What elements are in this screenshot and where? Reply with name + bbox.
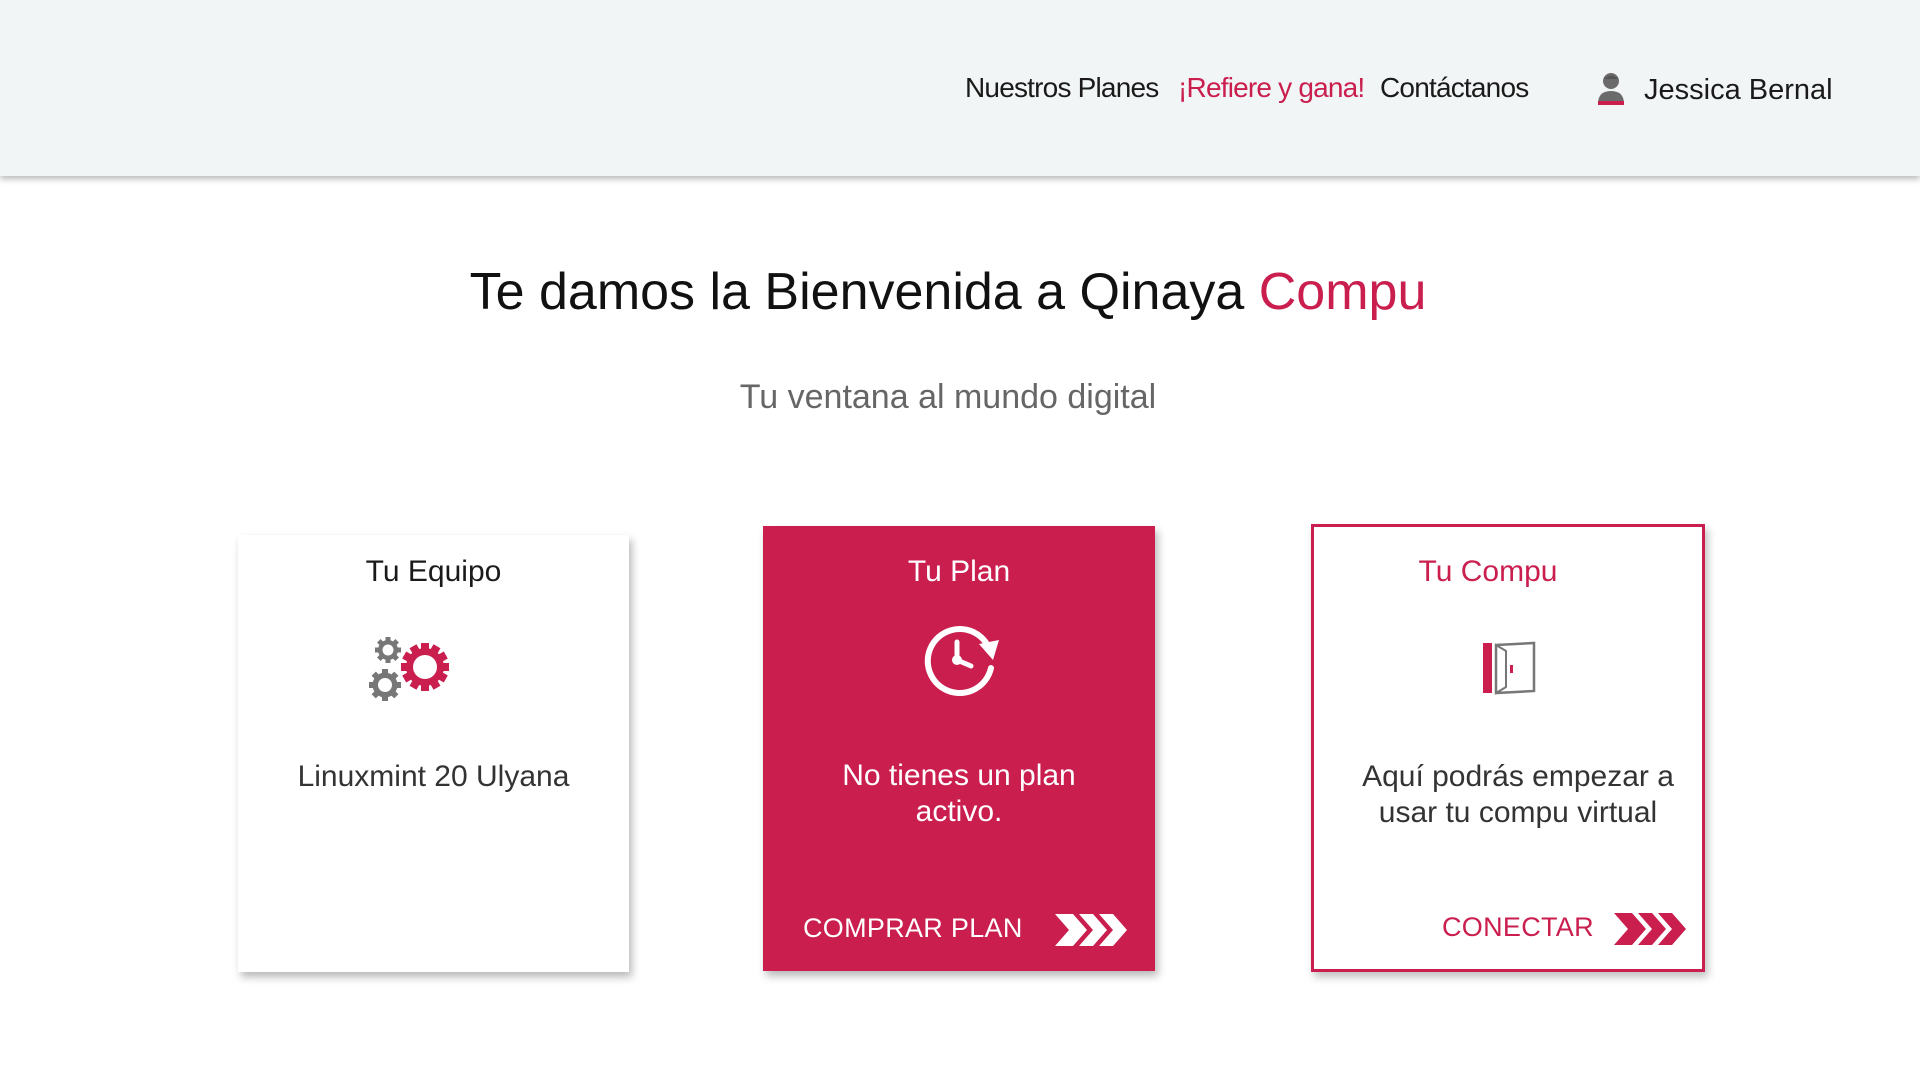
user-name: Jessica Bernal	[1644, 74, 1833, 106]
page-title: Te damos la Bienvenida a Qinaya Compu	[0, 262, 1896, 322]
card-equipo-text: Linuxmint 20 Ulyana	[297, 760, 570, 793]
user-icon	[1596, 70, 1626, 111]
page-title-main: Te damos la Bienvenida a Qinaya	[469, 263, 1259, 321]
card-plan-text: No tienes un plan activo.	[842, 759, 1076, 828]
card-equipo-title: Tu Equipo	[365, 555, 502, 588]
conectar-button[interactable]: CONECTAR	[1314, 907, 1702, 947]
nav-refiere-y-gana[interactable]: ¡Refiere y gana!	[1178, 72, 1365, 104]
card-plan-title: Tu Plan	[907, 555, 1011, 588]
gears-icon	[368, 635, 452, 710]
card-compu-text: Aquí podrás empezar a usar tu compu virt…	[1362, 760, 1674, 829]
nav-nuestros-planes[interactable]: Nuestros Planes	[965, 72, 1159, 104]
card-compu-title: Tu Compu	[1418, 555, 1558, 588]
door-icon	[1482, 641, 1538, 702]
top-header: Nuestros Planes ¡Refiere y gana! Contáct…	[0, 0, 1920, 176]
card-tu-plan: Tu Plan No tienes un plan activo. COMPRA…	[763, 526, 1155, 971]
triple-chevron-icon	[1055, 914, 1127, 946]
card-tu-equipo: Tu Equipo Linuxmint 20 Ulyana	[238, 535, 629, 972]
page-subtitle: Tu ventana al mundo digital	[739, 378, 1157, 416]
card-tu-compu: Tu Compu Aquí podrás empezar a usar tu c…	[1311, 524, 1705, 972]
triple-chevron-icon	[1614, 913, 1686, 945]
comprar-plan-label: COMPRAR PLAN	[803, 912, 1023, 943]
page-title-accent: Compu	[1258, 263, 1427, 321]
conectar-label: CONECTAR	[1442, 911, 1594, 942]
comprar-plan-button[interactable]: COMPRAR PLAN	[763, 908, 1155, 948]
user-menu[interactable]: Jessica Bernal	[1596, 70, 1833, 111]
clock-refresh-icon	[919, 618, 1003, 707]
nav-contactanos[interactable]: Contáctanos	[1380, 72, 1529, 104]
